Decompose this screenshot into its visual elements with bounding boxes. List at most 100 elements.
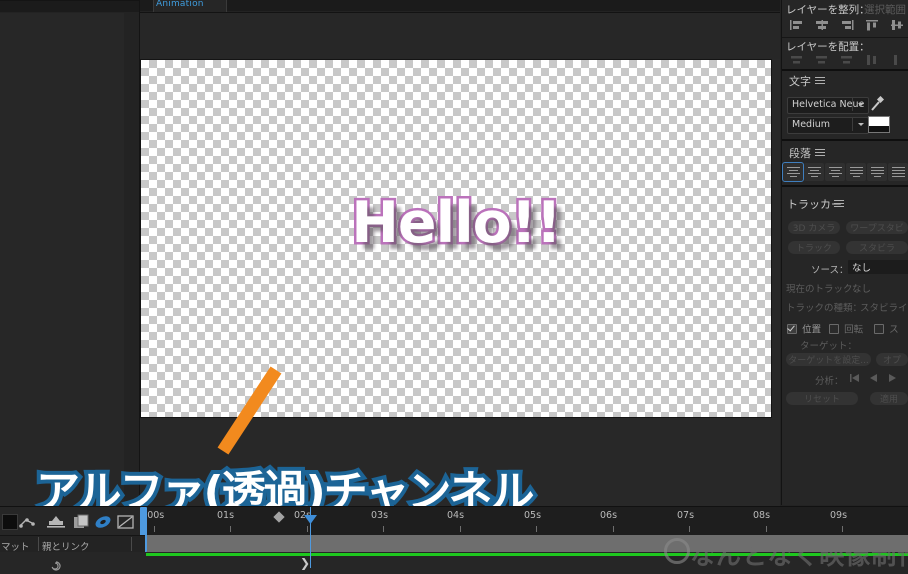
rotation-checkbox-box[interactable] xyxy=(829,323,839,334)
fill-stroke-swatch[interactable] xyxy=(868,116,890,133)
scale-checkbox-label: ス xyxy=(889,324,899,336)
right-panel: レイヤーを整列： 選択範囲 レイヤーを配置： 文字 Helvetica Neue… xyxy=(781,0,908,505)
tracker-3d-camera-button[interactable]: 3D カメラ xyxy=(788,221,840,234)
distribute-left-icon[interactable] xyxy=(859,53,884,67)
composition-canvas-transparent[interactable]: Hello!! xyxy=(141,60,771,417)
character-panel-title: 文字 xyxy=(789,75,811,88)
align-divider xyxy=(782,37,908,38)
paragraph-justify-all-icon[interactable] xyxy=(888,163,908,181)
tracker-options-button[interactable]: オプ xyxy=(876,353,908,366)
distribute-bottom-icon[interactable] xyxy=(834,53,859,67)
align-top-icon[interactable] xyxy=(859,18,884,32)
character-panel-menu-icon[interactable] xyxy=(815,77,825,85)
paragraph-align-buttons[interactable] xyxy=(782,162,908,182)
eyedropper-icon[interactable] xyxy=(870,96,884,112)
analyze-back-one-frame-icon[interactable] xyxy=(849,373,862,383)
distribute-buttons-row[interactable] xyxy=(784,53,908,67)
analyze-forward-icon[interactable] xyxy=(887,373,899,383)
viewer-tabstrip: Animation xyxy=(140,0,780,13)
tracker-track-type-value: スタビライ xyxy=(860,303,908,314)
distribute-horizontal-center-icon[interactable] xyxy=(884,53,908,67)
timeline-ruler[interactable]: :00s 01s 02s 03s 04s 05s 06s 07s 08s 09s xyxy=(144,507,908,535)
left-panel-body xyxy=(0,13,124,506)
tracker-divider xyxy=(782,185,908,187)
ruler-tick-label: 07s xyxy=(677,510,695,521)
tracker-current-track-label: 現在のトラック： xyxy=(786,284,863,295)
ruler-tickmark xyxy=(230,526,231,532)
scale-checkbox-box[interactable] xyxy=(874,323,884,334)
draft-3d-icon[interactable] xyxy=(94,515,112,529)
frame-blend-icon[interactable] xyxy=(73,514,91,530)
tracker-source-value[interactable]: なし xyxy=(848,260,908,274)
graph-editor-icon[interactable] xyxy=(18,515,38,529)
align-right-icon[interactable] xyxy=(834,18,859,32)
composition-viewer: Hello!! xyxy=(140,12,780,506)
paragraph-align-left-icon[interactable] xyxy=(782,162,804,182)
tracker-panel-menu-icon[interactable] xyxy=(834,200,844,208)
viewer-toolbar xyxy=(140,13,780,59)
ruler-tick-label: 01s xyxy=(217,510,235,521)
ruler-tick-label: 03s xyxy=(371,510,389,521)
font-style-value: Medium xyxy=(792,119,830,130)
ruler-tickmark xyxy=(766,526,767,532)
paragraph-align-right-icon[interactable] xyxy=(825,163,845,181)
tracker-rotation-checkbox[interactable]: 回転 xyxy=(829,318,863,337)
tracker-apply-button[interactable]: 適用 xyxy=(870,392,908,405)
hide-shy-layers-icon[interactable] xyxy=(117,515,135,529)
tab-animation-label: Animation xyxy=(156,0,204,9)
paragraph-panel-title: 段落 xyxy=(789,147,811,160)
after-effects-window: Animation Hello!! アルファ(透過)チャンネル レイヤーを整列：… xyxy=(0,0,908,574)
font-style-chevron-down-icon[interactable] xyxy=(852,118,868,131)
tracker-warp-stabilizer-button[interactable]: ワープスタビ xyxy=(846,221,908,234)
ruler-tick-label: 08s xyxy=(753,510,771,521)
ruler-tickmark xyxy=(307,526,308,532)
position-checkbox-box[interactable] xyxy=(787,323,797,334)
align-scope-label: 選択範囲 xyxy=(864,4,906,16)
motion-blur-icon[interactable] xyxy=(46,515,66,529)
tracker-scale-checkbox[interactable]: ス xyxy=(874,318,899,337)
ruler-tickmark xyxy=(842,526,843,532)
align-left-icon[interactable] xyxy=(784,18,809,32)
tracker-track-type-label: トラックの種類： xyxy=(786,303,863,314)
composition-text-layer: Hello!! xyxy=(349,188,565,259)
timeline-color-swatch[interactable] xyxy=(2,514,18,530)
ruler-tickmark xyxy=(536,526,537,532)
character-divider xyxy=(782,69,908,71)
distribute-layers-label: レイヤーを配置： xyxy=(786,41,870,53)
paragraph-panel-menu-icon[interactable] xyxy=(815,149,825,157)
column-header-matte[interactable]: マット xyxy=(1,539,30,553)
tracker-reset-button[interactable]: リセット xyxy=(786,392,858,405)
tracker-analyze-label: 分析： xyxy=(815,376,844,387)
left-panel-tabstrip xyxy=(0,1,139,12)
column-separator xyxy=(38,537,39,551)
watermark-logo-icon xyxy=(664,538,690,564)
tracker-set-target-button[interactable]: ターゲットを設定... xyxy=(786,353,871,366)
analyze-backward-icon[interactable] xyxy=(868,373,880,383)
tracker-source-label: ソース： xyxy=(811,265,849,276)
distribute-vertical-center-icon[interactable] xyxy=(809,53,834,67)
font-style-select[interactable]: Medium xyxy=(787,117,869,134)
ruler-tickmark xyxy=(154,526,155,532)
align-buttons-row[interactable] xyxy=(784,18,908,32)
tracker-current-track-value: なし xyxy=(852,284,872,295)
spiral-icon[interactable] xyxy=(50,560,62,572)
paragraph-justify-last-left-icon[interactable] xyxy=(846,163,866,181)
ruler-tickmark xyxy=(460,526,461,532)
tracker-position-checkbox[interactable]: 位置 xyxy=(787,318,821,337)
timeline-playhead[interactable] xyxy=(304,507,317,568)
align-center-horizontal-icon[interactable] xyxy=(809,18,834,32)
ruler-tickmark xyxy=(383,526,384,532)
column-header-parent-link[interactable]: 親とリンク xyxy=(42,539,90,553)
paragraph-align-center-icon[interactable] xyxy=(804,163,824,181)
align-center-vertical-icon[interactable] xyxy=(884,18,908,32)
paragraph-justify-last-center-icon[interactable] xyxy=(867,163,887,181)
ruler-tick-label: :00s xyxy=(144,510,165,521)
align-layers-label: レイヤーを整列： xyxy=(786,4,870,16)
font-family-select[interactable]: Helvetica Neue xyxy=(787,97,869,114)
tracker-stabilize-motion-button[interactable]: スタビラ xyxy=(846,241,908,254)
distribute-top-icon[interactable] xyxy=(784,53,809,67)
font-family-chevron-down-icon[interactable] xyxy=(852,98,868,111)
ruler-tick-label: 04s xyxy=(447,510,465,521)
tracker-track-motion-button[interactable]: トラック xyxy=(788,241,840,254)
timeline-layer-row[interactable] xyxy=(0,557,145,574)
